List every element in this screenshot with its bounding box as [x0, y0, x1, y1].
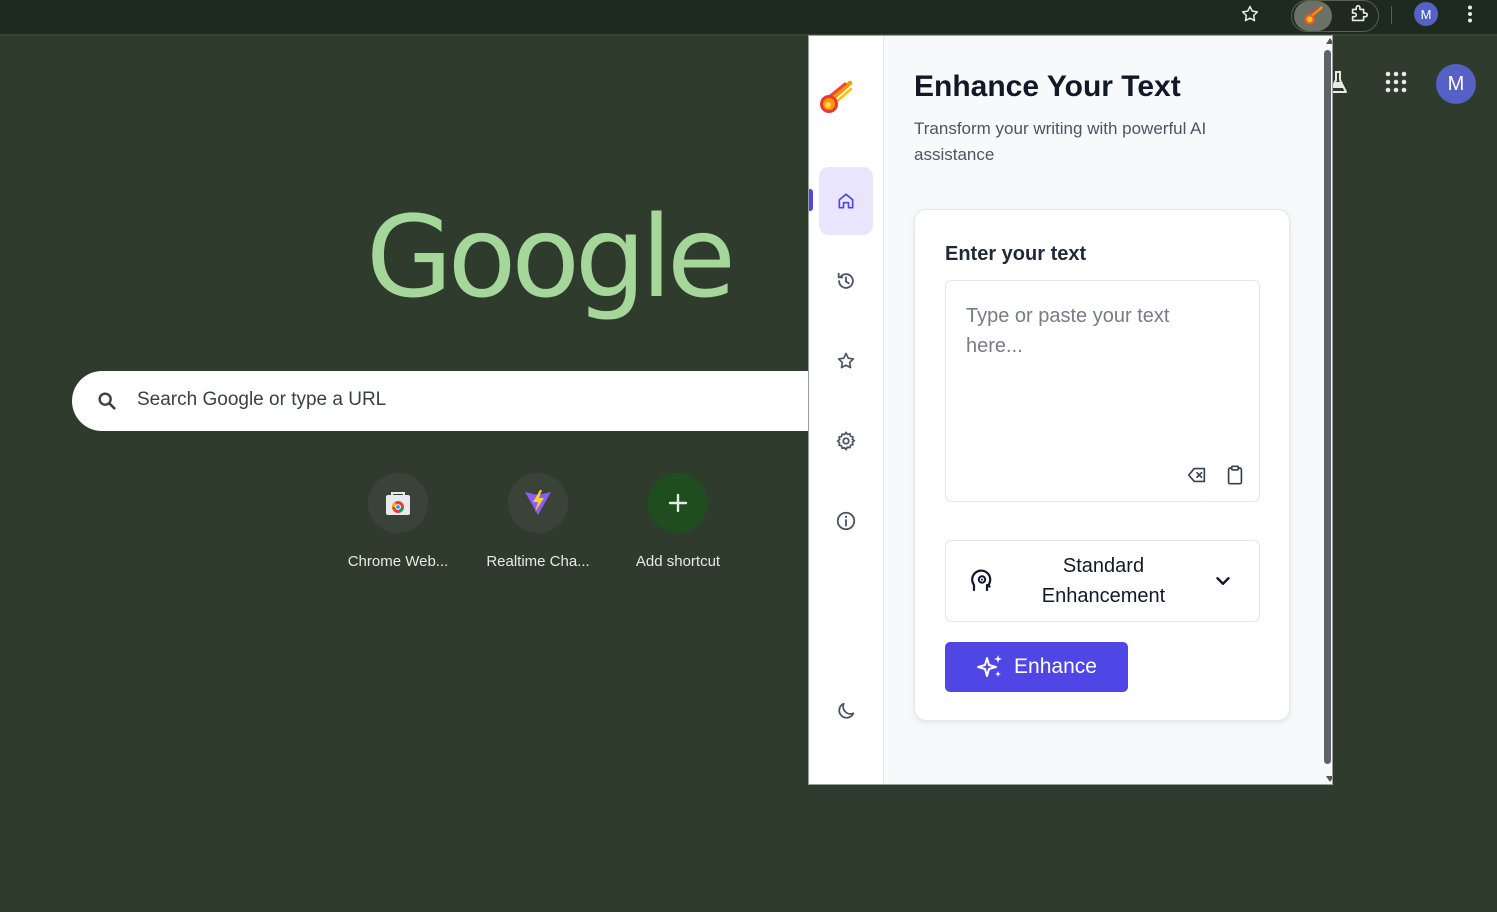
profile-avatar[interactable]: M — [1414, 2, 1438, 26]
popup-main: Enhance Your Text Transform your writing… — [883, 36, 1323, 784]
shortcut-tile[interactable]: Chrome Web... — [338, 473, 458, 570]
star-icon — [837, 352, 855, 369]
theme-toggle-button[interactable] — [819, 684, 873, 738]
text-input-placeholder: Type or paste your text here... — [966, 305, 1170, 357]
shortcut-tile[interactable]: Realtime Cha... — [478, 473, 598, 570]
active-nav-indicator — [809, 189, 813, 211]
home-icon — [838, 193, 854, 209]
nav-history-button[interactable] — [819, 254, 873, 308]
popup-scrollbar[interactable] — [1323, 36, 1332, 784]
google-logo: Google — [366, 193, 736, 323]
text-input[interactable]: Type or paste your text here... — [945, 280, 1260, 502]
info-icon — [836, 511, 856, 531]
add-shortcut-tile[interactable]: Add shortcut — [618, 473, 738, 570]
meteor-icon — [1304, 6, 1323, 25]
shortcut-label: Add shortcut — [635, 553, 721, 570]
paste-clipboard-icon[interactable] — [1224, 464, 1246, 486]
chrome-web-store-icon — [386, 492, 410, 515]
moon-icon — [838, 702, 855, 719]
plus-icon — [668, 493, 688, 513]
chevron-down-icon — [1216, 577, 1230, 585]
scroll-thumb[interactable] — [1324, 50, 1331, 764]
input-label: Enter your text — [945, 243, 1087, 265]
brain-head-icon — [971, 569, 992, 592]
extensions-puzzle-icon[interactable] — [1347, 0, 1371, 28]
enhance-button-label: Enhance — [1014, 655, 1097, 678]
ntp-profile-avatar[interactable]: M — [1436, 64, 1476, 104]
extension-popup: Enhance Your Text Transform your writing… — [808, 35, 1333, 785]
scroll-up-arrow-icon[interactable] — [1326, 38, 1332, 44]
sparkles-icon — [977, 655, 1003, 677]
enhance-card: Enter your text Type or paste your text … — [914, 209, 1290, 721]
enhancement-mode-select[interactable]: Standard Enhancement — [945, 540, 1260, 622]
search-icon — [98, 392, 116, 410]
nav-favorites-button[interactable] — [819, 334, 873, 388]
ntp-search-box[interactable]: Search Google or type a URL — [72, 371, 872, 431]
history-icon — [837, 272, 854, 289]
bookmark-star-icon[interactable] — [1238, 0, 1262, 28]
page-title: Enhance Your Text — [914, 70, 1181, 103]
nav-settings-button[interactable] — [819, 414, 873, 468]
shortcut-label: Realtime Cha... — [486, 553, 590, 570]
enhance-button[interactable]: Enhance — [945, 642, 1128, 692]
scroll-down-arrow-icon[interactable] — [1326, 776, 1332, 782]
vite-icon — [525, 490, 551, 515]
nav-about-button[interactable] — [819, 494, 873, 548]
nav-home-button[interactable] — [819, 167, 873, 235]
toolbar-divider — [1391, 6, 1392, 24]
page-subtitle: Transform your writing with powerful AI … — [914, 119, 1207, 164]
google-apps-icon[interactable] — [1384, 70, 1408, 94]
gear-icon — [836, 431, 856, 451]
enhancer-extension-button[interactable] — [1294, 1, 1332, 31]
popup-nav-rail — [809, 36, 884, 784]
shortcut-label: Chrome Web... — [347, 553, 449, 570]
browser-toolbar: M — [0, 0, 1497, 36]
meteor-logo-icon — [820, 80, 853, 113]
selected-mode: Standard Enhancement — [1041, 555, 1166, 607]
clear-text-icon[interactable] — [1186, 464, 1208, 486]
browser-menu-icon[interactable] — [1462, 0, 1478, 28]
search-placeholder: Search Google or type a URL — [137, 389, 387, 410]
